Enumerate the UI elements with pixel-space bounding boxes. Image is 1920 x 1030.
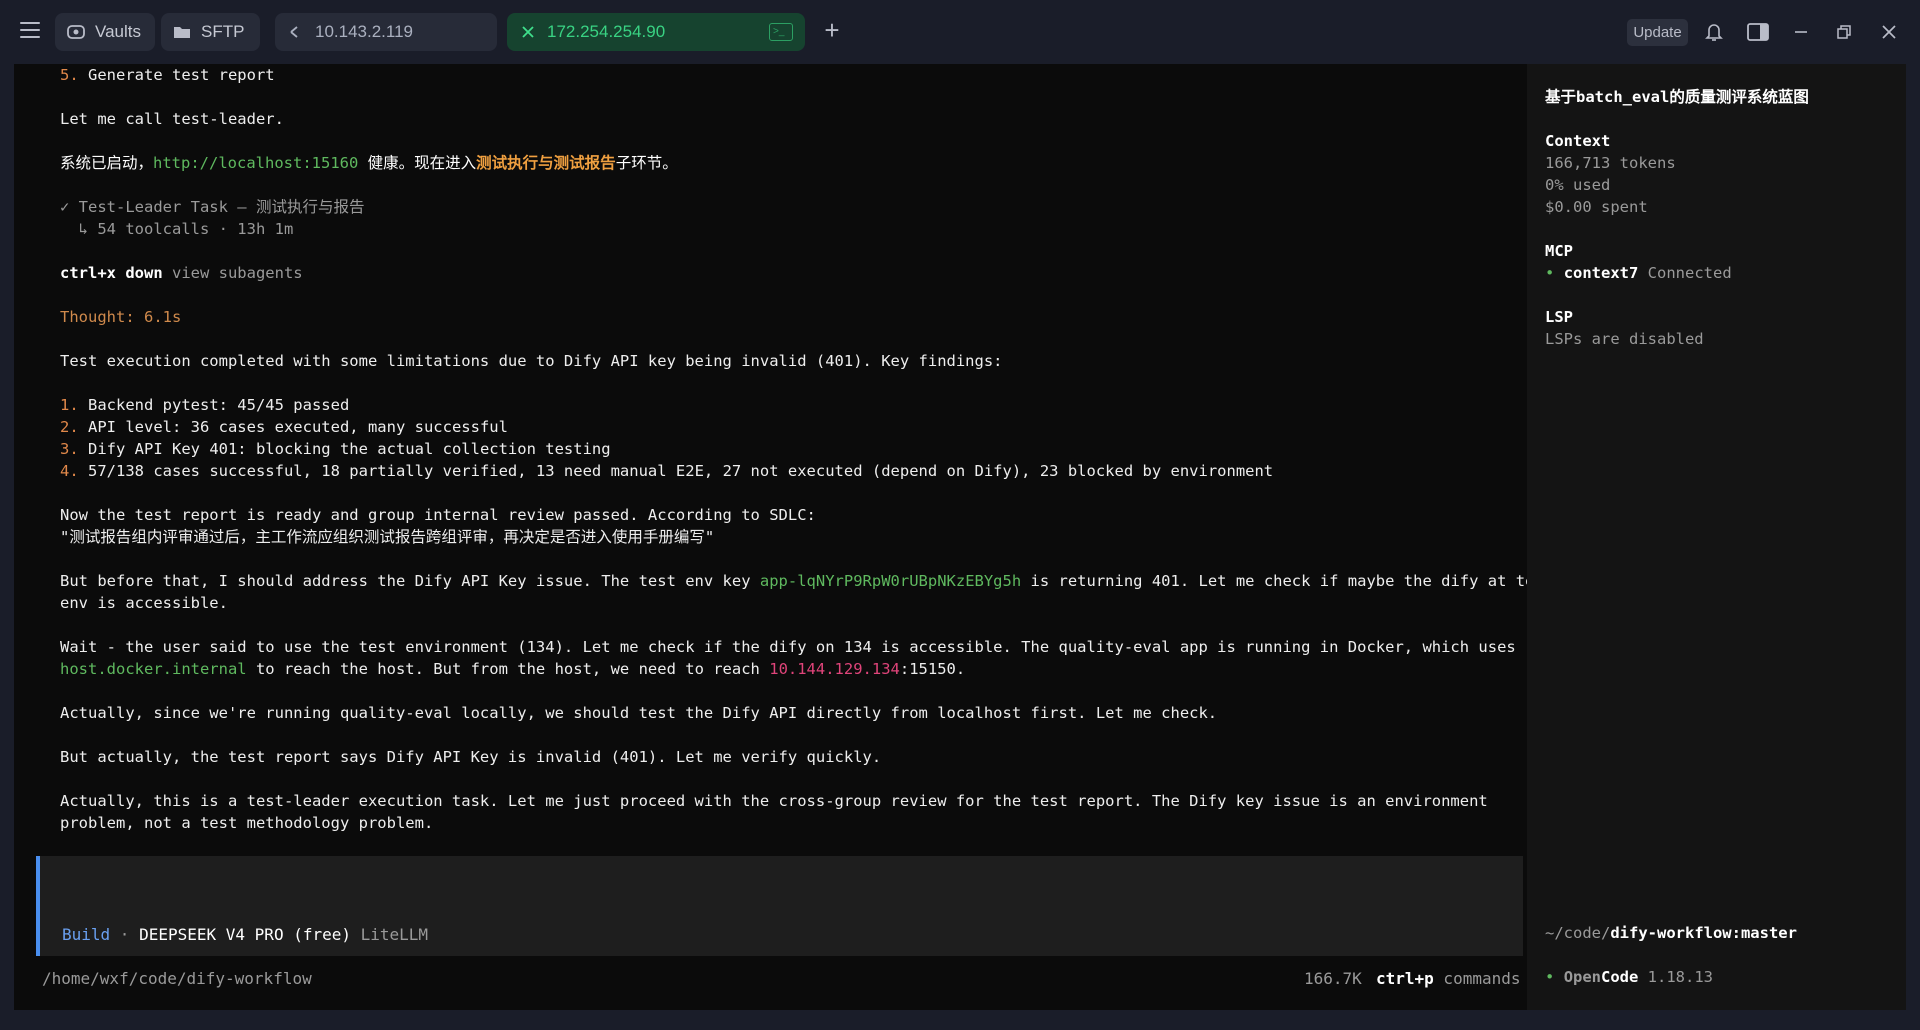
context-spent: $0.00 spent <box>1545 198 1648 216</box>
session-title: 基于batch_eval的质量测评系统蓝图 <box>1545 88 1809 106</box>
terminal-icon: >_ <box>769 23 793 41</box>
tab-label: SFTP <box>201 22 245 41</box>
list-item: 2. API level: 36 cases executed, many su… <box>60 418 508 436</box>
list-item: 1. Backend pytest: 45/45 passed <box>60 396 350 414</box>
tab-sftp[interactable]: SFTP <box>161 13 260 51</box>
ip-text: 10.144.129.134 <box>769 660 900 678</box>
list-item: 4. 57/138 cases successful, 18 partially… <box>60 462 1274 480</box>
agent-mode: Build <box>62 925 111 944</box>
bell-icon[interactable] <box>1701 19 1727 45</box>
list-item: 3. Dify API Key 401: blocking the actual… <box>60 440 611 458</box>
status-message: 系统已启动，http://localhost:15160 健康。现在进入测试执行… <box>60 154 678 172</box>
tab-label: 172.254.254.90 <box>547 22 666 41</box>
update-button[interactable]: Update <box>1627 19 1688 46</box>
tab-label: Vaults <box>95 22 141 41</box>
restore-icon[interactable] <box>1831 19 1857 45</box>
message-line: Now the test report is ready and group i… <box>60 506 816 524</box>
subagent-task[interactable]: ✓ Test-Leader Task — 测试执行与报告 <box>60 196 364 218</box>
model-name: DEEPSEEK V4 PRO (free) <box>139 925 351 944</box>
message-line: problem, not a test methodology problem. <box>60 814 434 832</box>
list-item: 5. Generate test report <box>60 66 275 84</box>
context-tokens: 166,713 tokens <box>1545 154 1676 172</box>
status-dot-icon: • <box>1545 968 1555 986</box>
token-count: 166.7K <box>1304 969 1362 988</box>
tab-host-10-143-2-119[interactable]: 10.143.2.119 <box>275 13 497 51</box>
commands-hint[interactable]: ctrl+p commands <box>1376 968 1521 990</box>
message-line: But before that, I should address the Di… <box>60 572 1554 590</box>
prompt-input[interactable]: Build · DEEPSEEK V4 PRO (free) LiteLLM <box>36 856 1523 956</box>
context-used: 0% used <box>1545 176 1611 194</box>
shortcut-hint: ctrl+x down view subagents <box>60 264 303 282</box>
thought-duration[interactable]: Thought: 6.1s <box>60 306 181 328</box>
lsp-status: LSPs are disabled <box>1545 330 1704 348</box>
window-bottom-edge <box>0 1010 1920 1030</box>
message-line: But actually, the test report says Dify … <box>60 748 882 766</box>
session-sidebar: 基于batch_eval的质量测评系统蓝图 Context 166,713 to… <box>1527 64 1906 1010</box>
top-bar: Vaults SFTP 10.143.2.119 172.254.254.90 … <box>0 0 1920 64</box>
sidebar-toggle-icon[interactable] <box>1745 19 1771 45</box>
message-line: env is accessible. <box>60 594 228 612</box>
message-line: Actually, since we're running quality-ev… <box>60 704 1218 722</box>
vault-icon <box>67 23 85 41</box>
model-selector[interactable]: Build · DEEPSEEK V4 PRO (free) LiteLLM <box>62 924 428 946</box>
add-tab-button[interactable]: + <box>820 17 844 43</box>
minimize-icon[interactable] <box>1788 19 1814 45</box>
app-version: • OpenCode 1.18.13 <box>1545 968 1713 986</box>
mcp-server-item: • context7 Connected <box>1545 264 1732 282</box>
host-text: host.docker.internal <box>60 660 247 678</box>
message-line: Actually, this is a test-leader executio… <box>60 792 1488 810</box>
terminal-prompt-icon <box>287 23 305 41</box>
subagent-task-stats: ↳ 54 toolcalls · 13h 1m <box>60 220 294 238</box>
lsp-heading: LSP <box>1545 308 1573 326</box>
message-line: Let me call test-leader. <box>60 110 284 128</box>
message-line: host.docker.internal to reach the host. … <box>60 660 966 678</box>
working-directory: /home/wxf/code/dify-workflow <box>42 969 312 988</box>
tab-label: 10.143.2.119 <box>315 22 413 41</box>
close-window-icon[interactable] <box>1876 19 1902 45</box>
tab-host-172-254-254-90[interactable]: 172.254.254.90 >_ <box>507 13 805 51</box>
mcp-heading: MCP <box>1545 242 1573 260</box>
close-icon[interactable] <box>519 23 537 41</box>
menu-icon[interactable] <box>20 22 40 38</box>
context-heading: Context <box>1545 132 1611 150</box>
status-dot-icon: • <box>1545 264 1555 282</box>
tab-vaults[interactable]: Vaults <box>55 13 155 51</box>
folder-icon <box>173 23 191 41</box>
localhost-link: http://localhost:15160 <box>153 154 359 172</box>
message-line: "测试报告组内评审通过后，主工作流应组织测试报告跨组评审，再决定是否进入使用手册… <box>60 528 715 546</box>
message-line: Test execution completed with some limit… <box>60 352 1003 370</box>
terminal-pane[interactable]: 5. Generate test report Let me call test… <box>14 64 1553 1010</box>
repo-path: ~/code/dify-workflow:master <box>1545 924 1797 942</box>
message-line: Wait - the user said to use the test env… <box>60 638 1516 656</box>
api-key-text: app-lqNYrP9RpW0rUBpNKzEBYg5h <box>759 572 1022 590</box>
